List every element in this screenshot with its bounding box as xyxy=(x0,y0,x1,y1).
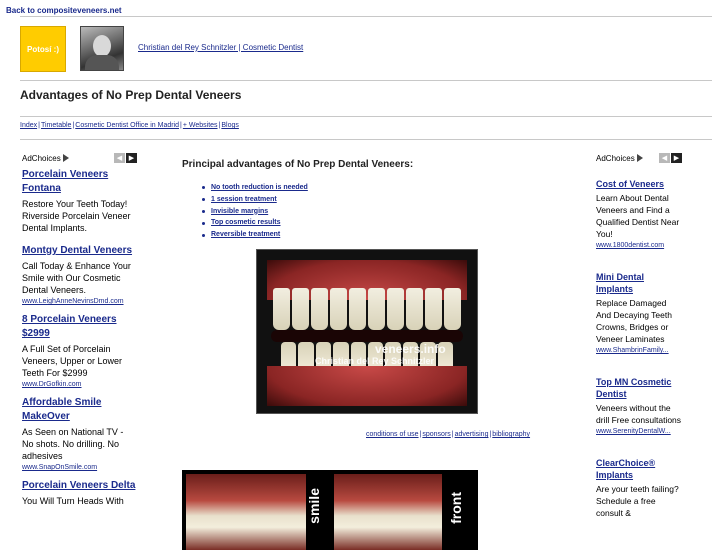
adchoices-label[interactable]: AdChoices xyxy=(596,154,635,163)
ad-title[interactable]: Montgy Dental Veneers xyxy=(22,244,137,258)
photo-watermark: veneers.info xyxy=(375,342,446,356)
ad-title[interactable]: Porcelain Veneers Fontana xyxy=(22,168,137,196)
back-link[interactable]: Back to compositeveneers.net xyxy=(6,6,122,15)
nav-websites[interactable]: + Websites xyxy=(183,122,218,129)
veneers-photo: veneers.info Christian del Rey Schnitzle… xyxy=(256,249,478,414)
ad-item: Affordable Smile MakeOver As Seen on Nat… xyxy=(22,396,137,473)
ad-title[interactable]: Mini Dental Implants xyxy=(596,271,682,295)
link-bibliography[interactable]: bibliography xyxy=(492,431,530,438)
ad-url[interactable]: www.1800dentist.com xyxy=(596,241,682,251)
potosi-badge[interactable]: Potosí :) xyxy=(20,26,66,72)
top-nav: Index|Timetable|Cosmetic Dentist Office … xyxy=(20,122,239,129)
top-divider xyxy=(20,16,712,17)
main-heading: Principal advantages of No Prep Dental V… xyxy=(182,159,414,170)
adchoices-icon[interactable] xyxy=(636,154,643,162)
header-divider xyxy=(20,80,712,81)
ad-description: Call Today & Enhance Your Smile with Our… xyxy=(22,261,131,295)
badge-text: Potosí :) xyxy=(27,44,59,54)
smile-photo-strip: smile front xyxy=(182,470,478,550)
list-item: Reversible treatment xyxy=(202,229,308,241)
ad-next-button[interactable]: ▶ xyxy=(671,153,682,163)
adchoices-header: AdChoices ◀ ▶ xyxy=(22,152,137,164)
ad-url[interactable]: www.SerenityDentalW... xyxy=(596,427,682,437)
ad-title[interactable]: 8 Porcelain Veneers $2999 xyxy=(22,313,137,341)
left-ad-column: AdChoices ◀ ▶ Porcelain Veneers Fontana … xyxy=(22,152,137,507)
title-divider xyxy=(20,116,712,117)
front-photo xyxy=(334,474,442,550)
ad-title[interactable]: ClearChoice® Implants xyxy=(596,457,682,481)
photo-watermark-author: Christian del Rey Schnitzler xyxy=(315,356,435,366)
ad-item: 8 Porcelain Veneers $2999 A Full Set of … xyxy=(22,313,137,390)
advantage-link[interactable]: 1 session treatment xyxy=(211,194,277,206)
advantage-link[interactable]: No tooth reduction is needed xyxy=(211,182,308,194)
ad-item: Porcelain Veneers Fontana Restore Your T… xyxy=(22,168,137,234)
ad-item: Mini Dental Implants Replace Damaged And… xyxy=(596,271,682,356)
ad-next-button[interactable]: ▶ xyxy=(126,153,137,163)
advantage-link[interactable]: Invisible margins xyxy=(211,206,268,218)
smile-label: smile xyxy=(306,488,322,524)
ad-description: As Seen on National TV - No shots. No dr… xyxy=(22,427,124,461)
nav-blogs[interactable]: Blogs xyxy=(221,122,239,129)
ad-item: Montgy Dental Veneers Call Today & Enhan… xyxy=(22,244,137,307)
ad-item: Cost of Veneers Learn About Dental Venee… xyxy=(596,178,682,251)
ad-description: A Full Set of Porcelain Veneers, Upper o… xyxy=(22,344,123,378)
list-item: No tooth reduction is needed xyxy=(202,182,308,194)
ad-description: You Will Turn Heads With xyxy=(22,496,124,506)
ad-url[interactable]: www.LeighAnneNevinsDmd.com xyxy=(22,297,137,307)
ad-description: Replace Damaged And Decaying Teeth Crown… xyxy=(596,298,672,344)
advantages-list: No tooth reduction is needed 1 session t… xyxy=(202,182,308,241)
adchoices-icon[interactable] xyxy=(62,154,69,162)
link-sponsors[interactable]: sponsors xyxy=(422,431,450,438)
ad-url[interactable]: www.SnapOnSmile.com xyxy=(22,463,137,473)
nav-divider xyxy=(20,139,712,140)
front-label: front xyxy=(448,492,464,524)
adchoices-label[interactable]: AdChoices xyxy=(22,154,61,163)
ad-prev-button[interactable]: ◀ xyxy=(659,153,670,163)
ad-title[interactable]: Cost of Veneers xyxy=(596,178,682,190)
ad-title[interactable]: Porcelain Veneers Delta xyxy=(22,479,137,493)
ad-description: Learn About Dental Veneers and Find a Qu… xyxy=(596,193,680,239)
list-item: 1 session treatment xyxy=(202,194,308,206)
nav-index[interactable]: Index xyxy=(20,122,37,129)
link-advertising[interactable]: advertising xyxy=(455,431,489,438)
ad-title[interactable]: Affordable Smile MakeOver xyxy=(22,396,137,424)
ad-item: ClearChoice® Implants Are your teeth fai… xyxy=(596,457,682,519)
list-item: Invisible margins xyxy=(202,206,308,218)
doctor-link[interactable]: Christian del Rey Schnitzler | Cosmetic … xyxy=(138,43,303,52)
ad-item: Top MN Cosmetic Dentist Veneers without … xyxy=(596,376,682,437)
link-conditions[interactable]: conditions of use xyxy=(366,431,419,438)
ad-url[interactable]: www.ShambrinFamily... xyxy=(596,346,682,356)
ad-title[interactable]: Top MN Cosmetic Dentist xyxy=(596,376,682,400)
ad-url[interactable]: www.DrGofkin.com xyxy=(22,380,137,390)
nav-timetable[interactable]: Timetable xyxy=(41,122,71,129)
doctor-photo[interactable] xyxy=(80,26,124,71)
ad-prev-button[interactable]: ◀ xyxy=(114,153,125,163)
ad-item: Porcelain Veneers Delta You Will Turn He… xyxy=(22,479,137,507)
advantage-link[interactable]: Reversible treatment xyxy=(211,229,280,241)
ad-description: Restore Your Teeth Today! Riverside Porc… xyxy=(22,199,131,233)
page-title: Advantages of No Prep Dental Veneers xyxy=(20,88,242,102)
right-ad-column: AdChoices ◀ ▶ Cost of Veneers Learn Abou… xyxy=(596,152,682,519)
footer-links: conditions of use|sponsors|advertising|b… xyxy=(366,431,531,438)
ad-description: Veneers without the drill Free consultat… xyxy=(596,403,682,425)
advantage-link[interactable]: Top cosmetic results xyxy=(211,217,281,229)
ad-description: Are your teeth failing? Schedule a free … xyxy=(596,484,679,518)
smile-photo xyxy=(186,474,306,550)
list-item: Top cosmetic results xyxy=(202,217,308,229)
nav-office-madrid[interactable]: Cosmetic Dentist Office in Madrid xyxy=(75,122,179,129)
adchoices-header: AdChoices ◀ ▶ xyxy=(596,152,682,164)
